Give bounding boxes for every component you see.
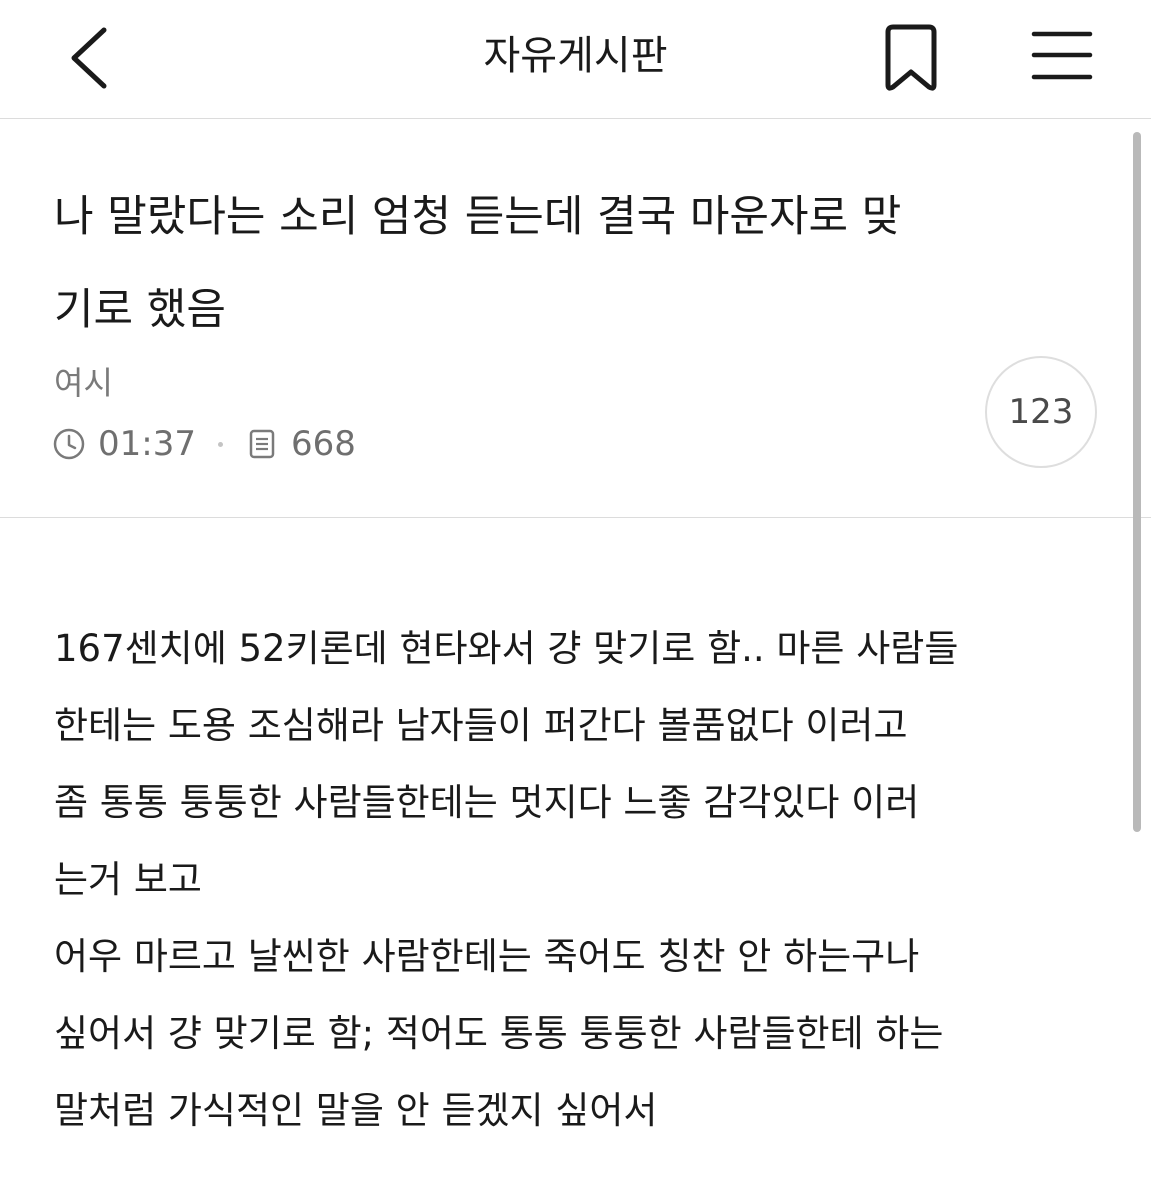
post-time: 01:37	[98, 424, 196, 464]
meta-separator	[217, 441, 223, 447]
author-name[interactable]: 여시	[54, 361, 113, 405]
post-title: 나 말랐다는 소리 엄청 듣는데 결국 마운자로 맞 기로 했음	[54, 171, 1094, 357]
body-line: 한테는 도용 조심해라 남자들이 퍼간다 볼품없다 이러고	[54, 704, 908, 747]
bookmark-button[interactable]	[876, 22, 946, 94]
body-line: 싶어서 걍 맞기로 함; 적어도 통통 퉁퉁한 사람들한테 하는	[54, 1012, 944, 1055]
board-title: 자유게시판	[483, 33, 668, 79]
post-title-line: 기로 했음	[54, 285, 226, 335]
post-meta: 01:37 668	[52, 421, 356, 467]
hamburger-menu-icon	[1031, 31, 1093, 80]
clock-icon	[53, 428, 85, 460]
post-title-line: 나 말랐다는 소리 엄청 듣는데 결국 마운자로 맞	[54, 192, 902, 242]
scrollbar[interactable]	[1133, 132, 1141, 832]
body-line: 어우 마르고 날씬한 사람한테는 죽어도 칭찬 안 하는구나	[54, 935, 920, 978]
body-line: 말처럼 가식적인 말을 안 듣겠지 싶어서	[54, 1089, 658, 1132]
top-navigation-bar: 자유게시판	[0, 0, 1151, 119]
menu-button[interactable]	[1026, 22, 1098, 94]
post-body: 167센치에 52키론데 현타와서 걍 맞기로 함.. 마른 사람들 한테는 도…	[54, 610, 1114, 1149]
body-line: 167센치에 52키론데 현타와서 걍 맞기로 함.. 마른 사람들	[54, 627, 959, 670]
body-line: 는거 보고	[54, 858, 202, 901]
post-header: 나 말랐다는 소리 엄청 듣는데 결국 마운자로 맞 기로 했음 여시 01:3…	[0, 119, 1151, 518]
document-icon	[249, 429, 275, 459]
post-views: 668	[290, 424, 356, 464]
body-line: 좀 통통 퉁퉁한 사람들한테는 멋지다 느좋 감각있다 이러	[54, 781, 920, 824]
bookmark-icon	[885, 24, 937, 91]
comment-count-button[interactable]: 123	[985, 356, 1097, 468]
